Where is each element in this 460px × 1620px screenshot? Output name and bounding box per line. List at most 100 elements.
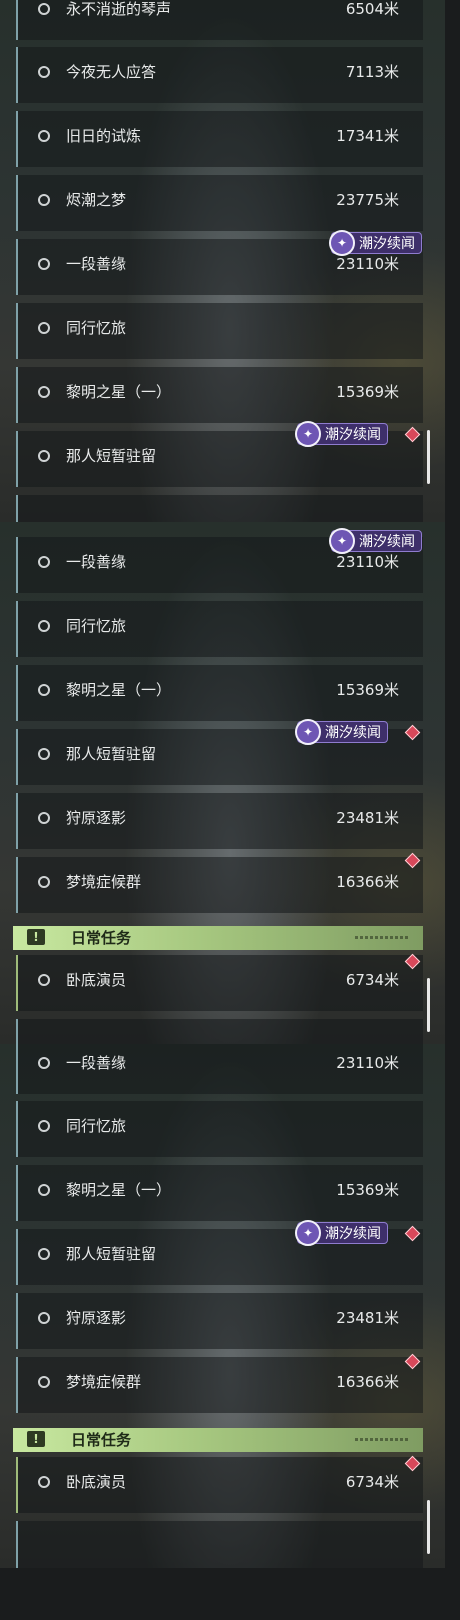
quest-name: 狩原逐影 bbox=[66, 809, 127, 827]
radio-icon[interactable] bbox=[38, 1120, 50, 1132]
quest-row[interactable]: 永不消逝的琴声 6504米 bbox=[16, 0, 423, 40]
quest-name: 今夜无人应答 bbox=[66, 63, 157, 81]
quest-distance: 15369米 bbox=[336, 681, 399, 699]
quest-name: 黎明之星（一） bbox=[66, 383, 172, 401]
radio-icon[interactable] bbox=[38, 1312, 50, 1324]
tide-swirl-icon: ✦ bbox=[329, 528, 355, 554]
quest-row[interactable]: 狩原逐影 23481米 bbox=[16, 1293, 423, 1349]
tide-tag-label: 潮汐续闻 bbox=[359, 236, 415, 252]
radio-icon[interactable] bbox=[38, 684, 50, 696]
quest-name: 梦境症候群 bbox=[66, 873, 142, 891]
row-accent-bar bbox=[16, 857, 18, 913]
radio-icon[interactable] bbox=[38, 194, 50, 206]
radio-icon[interactable] bbox=[38, 66, 50, 78]
row-accent-bar bbox=[16, 1165, 18, 1221]
quest-row[interactable]: 同行忆旅 bbox=[16, 601, 423, 657]
quest-distance: 16366米 bbox=[336, 873, 399, 891]
radio-icon[interactable] bbox=[38, 876, 50, 888]
quest-row[interactable]: 旧日的试炼 17341米 bbox=[16, 111, 423, 167]
quest-distance: 17341米 bbox=[336, 127, 399, 145]
tide-tag-label: 潮汐续闻 bbox=[325, 427, 381, 443]
quest-row[interactable]: 黎明之星（一） 15369米 bbox=[16, 665, 423, 721]
radio-icon[interactable] bbox=[38, 1476, 50, 1488]
quest-row[interactable] bbox=[16, 1019, 423, 1044]
radio-icon[interactable] bbox=[38, 974, 50, 986]
scrollbar-thumb[interactable] bbox=[427, 1500, 430, 1554]
radio-icon[interactable] bbox=[38, 450, 50, 462]
tide-swirl-icon: ✦ bbox=[295, 421, 321, 447]
row-accent-bar bbox=[16, 955, 18, 1011]
tide-swirl-icon: ✦ bbox=[329, 230, 355, 256]
row-accent-bar bbox=[16, 495, 18, 522]
row-accent-bar bbox=[16, 239, 18, 295]
radio-icon[interactable] bbox=[38, 3, 50, 15]
radio-icon[interactable] bbox=[38, 1376, 50, 1388]
quest-distance: 6504米 bbox=[345, 0, 399, 18]
quest-row[interactable] bbox=[16, 1521, 423, 1568]
header-decoration bbox=[355, 936, 409, 939]
quest-row[interactable]: 梦境症候群 16366米 bbox=[16, 1357, 423, 1413]
quest-row[interactable]: 同行忆旅 bbox=[16, 303, 423, 359]
row-accent-bar bbox=[16, 175, 18, 231]
row-accent-bar bbox=[16, 431, 18, 487]
radio-icon[interactable] bbox=[38, 386, 50, 398]
tide-event-tag: ✦ 潮汐续闻 bbox=[329, 230, 422, 256]
quest-distance: 23110米 bbox=[336, 1054, 399, 1072]
quest-name: 一段善缘 bbox=[66, 1054, 127, 1072]
quest-row[interactable]: 梦境症候群 16366米 bbox=[16, 857, 423, 913]
quest-row[interactable]: 卧底演员 6734米 bbox=[16, 1457, 423, 1513]
radio-icon[interactable] bbox=[38, 556, 50, 568]
row-accent-bar bbox=[16, 367, 18, 423]
quest-distance: 16366米 bbox=[336, 1373, 399, 1391]
quest-row[interactable]: 狩原逐影 23481米 bbox=[16, 793, 423, 849]
scrollbar-thumb[interactable] bbox=[427, 978, 430, 1032]
quest-name: 卧底演员 bbox=[66, 971, 127, 989]
row-accent-bar bbox=[16, 111, 18, 167]
quest-name: 黎明之星（一） bbox=[66, 681, 172, 699]
quest-distance: 23110米 bbox=[336, 553, 399, 571]
quest-name: 烬潮之梦 bbox=[66, 191, 127, 209]
radio-icon[interactable] bbox=[38, 258, 50, 270]
quest-distance: 23481米 bbox=[336, 1309, 399, 1327]
daily-quests-header[interactable]: ! 日常任务 bbox=[13, 926, 423, 950]
row-accent-bar bbox=[16, 47, 18, 103]
quest-row[interactable]: 卧底演员 6734米 bbox=[16, 955, 423, 1011]
row-accent-bar bbox=[16, 1019, 18, 1044]
radio-icon[interactable] bbox=[38, 322, 50, 334]
scrollbar-thumb[interactable] bbox=[427, 430, 430, 484]
quest-name: 旧日的试炼 bbox=[66, 127, 142, 145]
radio-icon[interactable] bbox=[38, 1057, 50, 1069]
row-accent-bar bbox=[16, 601, 18, 657]
row-accent-bar bbox=[16, 1293, 18, 1349]
quest-name: 同行忆旅 bbox=[66, 1117, 127, 1135]
quest-row[interactable]: 今夜无人应答 7113米 bbox=[16, 47, 423, 103]
quest-row[interactable]: 黎明之星（一） 15369米 bbox=[16, 367, 423, 423]
row-accent-bar bbox=[16, 793, 18, 849]
tide-tag-label: 潮汐续闻 bbox=[359, 534, 415, 550]
radio-icon[interactable] bbox=[38, 1248, 50, 1260]
quest-name: 一段善缘 bbox=[66, 255, 127, 273]
radio-icon[interactable] bbox=[38, 620, 50, 632]
radio-icon[interactable] bbox=[38, 130, 50, 142]
radio-icon[interactable] bbox=[38, 1184, 50, 1196]
tide-swirl-icon: ✦ bbox=[295, 1220, 321, 1246]
tide-event-tag: ✦ 潮汐续闻 bbox=[295, 719, 388, 745]
quest-name: 同行忆旅 bbox=[66, 617, 127, 635]
quest-row[interactable]: 一段善缘 23110米 bbox=[16, 1044, 423, 1094]
tide-swirl-icon: ✦ bbox=[295, 719, 321, 745]
row-accent-bar bbox=[16, 665, 18, 721]
radio-icon[interactable] bbox=[38, 748, 50, 760]
quest-row[interactable]: 黎明之星（一） 15369米 bbox=[16, 1165, 423, 1221]
radio-icon[interactable] bbox=[38, 812, 50, 824]
quest-distance: 15369米 bbox=[336, 383, 399, 401]
quest-distance: 7113米 bbox=[345, 63, 399, 81]
quest-name: 那人短暂驻留 bbox=[66, 447, 157, 465]
daily-quests-header[interactable]: ! 日常任务 bbox=[13, 1428, 423, 1452]
section-title: 日常任务 bbox=[71, 929, 132, 947]
quest-row[interactable] bbox=[16, 495, 423, 522]
quest-row[interactable]: 同行忆旅 bbox=[16, 1101, 423, 1157]
quest-row[interactable]: 烬潮之梦 23775米 bbox=[16, 175, 423, 231]
row-accent-bar bbox=[16, 303, 18, 359]
quest-distance: 15369米 bbox=[336, 1181, 399, 1199]
quest-distance: 6734米 bbox=[345, 971, 399, 989]
